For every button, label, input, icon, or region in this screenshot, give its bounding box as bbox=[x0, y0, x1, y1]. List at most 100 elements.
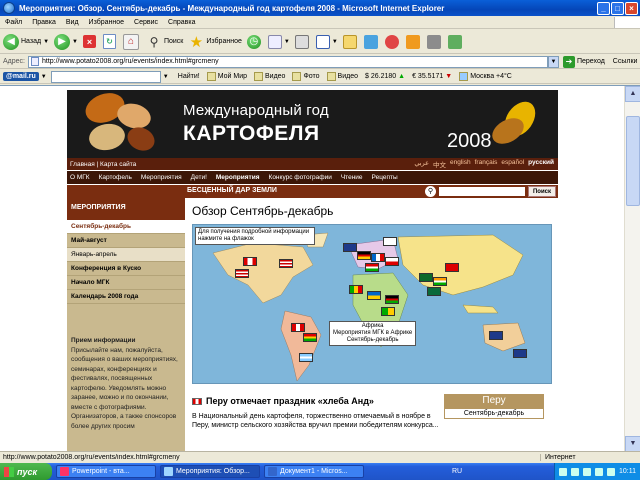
flag-peru[interactable] bbox=[291, 323, 305, 332]
flag-africa-1[interactable] bbox=[349, 285, 363, 294]
task-ie[interactable]: Мероприятия: Обзор... bbox=[160, 465, 260, 478]
mailru-search-input[interactable] bbox=[50, 70, 161, 83]
task-word[interactable]: Документ1 - Micros... bbox=[264, 465, 364, 478]
forward-button[interactable]: ▶ ▼ bbox=[54, 33, 78, 50]
sidebar-item-may-aug[interactable]: Май-август bbox=[67, 234, 185, 248]
nav-photo-contest[interactable]: Конкурс фотографии bbox=[269, 174, 332, 181]
usd-rate[interactable]: $ 26.2180 ▲ bbox=[365, 73, 405, 80]
home-button[interactable]: ⌂ bbox=[122, 33, 141, 50]
search-button[interactable]: ⚲ Поиск bbox=[146, 34, 184, 50]
edit-dropdown-icon[interactable]: ▼ bbox=[332, 39, 338, 45]
nav-kids[interactable]: Дети! bbox=[191, 174, 207, 181]
tray-icon-1[interactable] bbox=[559, 467, 567, 476]
stop-button[interactable]: × bbox=[82, 35, 98, 48]
links-button[interactable]: Ссылки bbox=[613, 58, 638, 65]
extra-button[interactable] bbox=[447, 34, 464, 49]
menu-favorites[interactable]: Избранное bbox=[84, 19, 129, 26]
flag-europe-3[interactable] bbox=[385, 257, 399, 266]
address-input[interactable]: http://www.potato2008.org/ru/events/inde… bbox=[27, 55, 548, 68]
back-dropdown-icon[interactable]: ▼ bbox=[43, 39, 49, 45]
start-button[interactable]: пуск bbox=[0, 463, 52, 480]
mailru-video[interactable]: Видео bbox=[254, 72, 285, 81]
sidebar-item-sep-dec[interactable]: Сентябрь-декабрь bbox=[67, 220, 185, 234]
sidebar-item-calendar[interactable]: Календарь 2008 года bbox=[67, 290, 185, 304]
nav-events-current[interactable]: Мероприятия bbox=[216, 174, 260, 181]
nav-events[interactable]: Мероприятия bbox=[141, 174, 182, 181]
flag-argentina[interactable] bbox=[299, 353, 313, 362]
site-search-button[interactable]: Поиск bbox=[528, 186, 556, 197]
tray-icon-5[interactable] bbox=[607, 467, 615, 476]
research-button[interactable] bbox=[384, 34, 401, 49]
nav-recipes[interactable]: Рецепты bbox=[372, 174, 398, 181]
lang-arabic[interactable]: عربي bbox=[414, 159, 429, 169]
world-map[interactable]: Для получения подробной информации нажми… bbox=[192, 224, 552, 384]
tray-icon-2[interactable] bbox=[571, 467, 579, 476]
history-button[interactable]: ◷ bbox=[246, 34, 263, 49]
site-search-input[interactable] bbox=[439, 187, 525, 196]
flag-europe-4[interactable] bbox=[365, 263, 379, 272]
mail-dropdown-icon[interactable]: ▼ bbox=[284, 39, 290, 45]
mailru-video2[interactable]: Видео bbox=[326, 72, 358, 81]
flag-china[interactable] bbox=[445, 263, 459, 272]
minimize-button[interactable]: _ bbox=[597, 1, 610, 15]
scroll-up-button[interactable]: ▲ bbox=[625, 86, 640, 102]
favorites-button[interactable]: ★ Избранное bbox=[188, 34, 242, 51]
scroll-thumb[interactable] bbox=[626, 116, 640, 206]
sidebar-item-launch[interactable]: Начало МГК bbox=[67, 276, 185, 290]
lang-spanish[interactable]: español bbox=[501, 159, 524, 169]
lang-russian[interactable]: русский bbox=[528, 159, 554, 169]
weather[interactable]: Москва +4°C bbox=[459, 72, 512, 81]
eur-rate[interactable]: € 35.5171 ▼ bbox=[412, 73, 452, 80]
mailru-photo[interactable]: Фото bbox=[292, 72, 320, 81]
back-button[interactable]: ◀ Назад ▼ bbox=[3, 33, 49, 50]
media-button[interactable] bbox=[405, 34, 422, 49]
sidebar-item-jan-apr[interactable]: Январь-апрель bbox=[67, 248, 185, 262]
forward-dropdown-icon[interactable]: ▼ bbox=[72, 39, 78, 45]
messenger-button[interactable] bbox=[363, 34, 380, 49]
flag-canada[interactable] bbox=[243, 257, 257, 266]
menu-view[interactable]: Вид bbox=[61, 19, 84, 26]
flag-bolivia[interactable] bbox=[303, 333, 317, 342]
lang-chinese[interactable]: 中文 bbox=[433, 159, 446, 169]
flag-uk[interactable] bbox=[343, 243, 357, 252]
flag-africa-3[interactable] bbox=[385, 295, 399, 304]
mail-button[interactable]: ▼ bbox=[267, 34, 290, 49]
maximize-button[interactable]: □ bbox=[611, 1, 624, 15]
flag-pakistan[interactable] bbox=[419, 273, 433, 282]
tray-icon-3[interactable] bbox=[583, 467, 591, 476]
vertical-scrollbar[interactable]: ▲ ▼ bbox=[624, 86, 640, 451]
menu-tools[interactable]: Сервис bbox=[129, 19, 163, 26]
edit-button[interactable]: ▼ bbox=[315, 34, 338, 49]
discuss-button[interactable] bbox=[342, 34, 359, 49]
go-button[interactable]: ➔ Переход bbox=[562, 55, 605, 68]
home-sitemap-links[interactable]: Главная | Карта сайта bbox=[70, 161, 136, 168]
address-dropdown-icon[interactable]: ▼ bbox=[547, 55, 559, 68]
flag-bangladesh[interactable] bbox=[427, 287, 441, 296]
nav-reading[interactable]: Чтение bbox=[341, 174, 363, 181]
news-headline[interactable]: Перу отмечает праздник «хлеба Анд» bbox=[192, 396, 374, 406]
mailru-myworld[interactable]: Мой Мир bbox=[206, 72, 247, 81]
flag-india[interactable] bbox=[433, 277, 447, 286]
flag-europe-1[interactable] bbox=[357, 251, 371, 260]
flag-australia[interactable] bbox=[489, 331, 503, 340]
mailru-dropdown-icon[interactable]: ▼ bbox=[39, 71, 49, 83]
menu-help[interactable]: Справка bbox=[163, 19, 200, 26]
flag-africa-4[interactable] bbox=[381, 307, 395, 316]
flag-africa-2[interactable] bbox=[367, 291, 381, 300]
language-indicator[interactable]: RU bbox=[452, 468, 462, 475]
flag-finland[interactable] bbox=[383, 237, 397, 246]
flag-new-zealand[interactable] bbox=[513, 349, 527, 358]
print-button[interactable] bbox=[294, 34, 311, 49]
tools-button[interactable] bbox=[426, 34, 443, 49]
flag-europe-2[interactable] bbox=[371, 253, 385, 262]
mailru-search-dropdown-icon[interactable]: ▼ bbox=[161, 71, 171, 83]
menu-edit[interactable]: Правка bbox=[27, 19, 61, 26]
flag-usa[interactable] bbox=[279, 259, 293, 268]
flag-usa-2[interactable] bbox=[235, 269, 249, 278]
nav-potato[interactable]: Картофель bbox=[99, 174, 132, 181]
tray-icon-4[interactable] bbox=[595, 467, 603, 476]
nav-about[interactable]: О МГК bbox=[70, 174, 90, 181]
close-button[interactable]: × bbox=[625, 1, 638, 15]
menu-file[interactable]: Файл bbox=[0, 19, 27, 26]
lang-english[interactable]: english bbox=[450, 159, 471, 169]
